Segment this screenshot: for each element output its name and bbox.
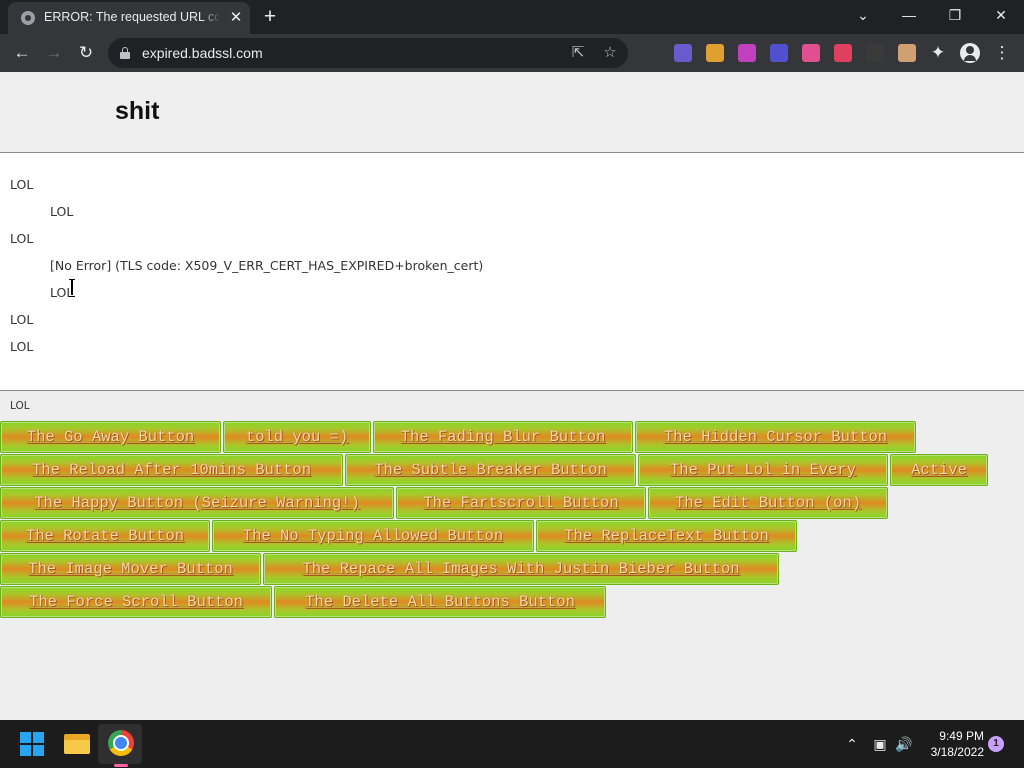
justin-bieber-images-button[interactable]: The Repace All Images With Justin Bieber…	[263, 553, 779, 585]
speaker-icon[interactable]: 🔊	[894, 734, 914, 754]
globe-icon	[21, 11, 35, 25]
minimize-button[interactable]: —	[894, 4, 924, 26]
text-line: LOL	[10, 339, 34, 354]
share-icon[interactable]: ⇱	[568, 43, 588, 63]
web-page: shit LOL LOL LOL [No Error] (TLS code: X…	[0, 72, 1024, 720]
extension-icon[interactable]	[866, 44, 884, 62]
chevron-up-icon[interactable]: ⌃	[842, 734, 862, 754]
reload-after-10mins-button[interactable]: The Reload After 10mins Button	[0, 454, 343, 486]
edit-button[interactable]: The Edit Button (on)	[648, 487, 888, 519]
delete-all-buttons-button[interactable]: The Delete All Buttons Button	[274, 586, 606, 618]
avatar[interactable]	[960, 43, 980, 63]
arrow-right-icon[interactable]: →	[42, 41, 66, 65]
image-mover-button[interactable]: The Image Mover Button	[0, 553, 261, 585]
address-bar[interactable]: expired.badssl.com ⇱ ☆	[108, 38, 628, 68]
clock-time[interactable]: 9:49 PM	[932, 729, 984, 743]
rotate-button[interactable]: The Rotate Button	[0, 520, 210, 552]
tab-strip: ERROR: The requested URL could not be re…	[0, 0, 1024, 34]
page-title: shit	[115, 97, 160, 125]
new-tab-button[interactable]: +	[258, 6, 282, 28]
browser-toolbar: ← → ↻ expired.badssl.com ⇱ ☆ ✦ ⋮	[0, 34, 1024, 72]
tab-title: ERROR: The requested URL could not be re…	[44, 10, 220, 24]
puzzle-icon[interactable]: ✦	[926, 41, 950, 65]
text-line: LOL	[10, 177, 34, 192]
windows-start-icon[interactable]	[20, 732, 44, 756]
text-cursor-icon	[69, 279, 75, 297]
force-scroll-button[interactable]: The Force Scroll Button	[0, 586, 272, 618]
windows-taskbar: ⌃ ▣ 🔊 9:49 PM 3/18/2022 1	[0, 720, 1024, 768]
url-text[interactable]: expired.badssl.com	[142, 45, 263, 61]
extension-icon[interactable]	[674, 44, 692, 62]
extension-icon[interactable]	[738, 44, 756, 62]
active-button[interactable]: Active	[890, 454, 988, 486]
browser-tab[interactable]: ERROR: The requested URL could not be re…	[8, 2, 250, 34]
extension-icon[interactable]	[834, 44, 852, 62]
extension-icon[interactable]	[898, 44, 916, 62]
page-header: shit	[0, 72, 1024, 153]
lock-icon[interactable]	[120, 47, 130, 59]
reload-icon[interactable]: ↻	[74, 41, 98, 65]
file-explorer-icon[interactable]	[64, 732, 90, 754]
extension-icon[interactable]	[706, 44, 724, 62]
active-app-indicator	[114, 764, 128, 767]
close-window-button[interactable]: ✕	[986, 4, 1016, 26]
network-icon[interactable]: ▣	[870, 734, 890, 754]
put-lol-in-every-button[interactable]: The Put Lol in Every	[638, 454, 888, 486]
close-icon[interactable]: ✕	[228, 10, 244, 26]
text-line: LOL	[10, 231, 34, 246]
chrome-icon[interactable]	[108, 730, 134, 756]
footer-label: LOL	[10, 400, 30, 412]
fading-blur-button[interactable]: The Fading Blur Button	[373, 421, 633, 453]
content-box: LOL LOL LOL [No Error] (TLS code: X509_V…	[0, 153, 1024, 391]
notification-badge[interactable]: 1	[988, 736, 1004, 752]
kebab-menu-icon[interactable]: ⋮	[990, 41, 1014, 65]
happy-button[interactable]: The Happy Button (Seizure Warning!)	[0, 487, 394, 519]
extension-icon[interactable]	[802, 44, 820, 62]
restore-button[interactable]: ❐	[940, 4, 970, 26]
replace-text-button[interactable]: The ReplaceText Button	[536, 520, 797, 552]
star-icon[interactable]: ☆	[600, 43, 620, 63]
subtle-breaker-button[interactable]: The Subtle Breaker Button	[345, 454, 636, 486]
chevron-down-icon[interactable]: ⌄	[848, 4, 878, 26]
told-you-button[interactable]: told you =)	[223, 421, 371, 453]
arrow-left-icon[interactable]: ←	[10, 41, 34, 65]
go-away-button[interactable]: The Go Away Button	[0, 421, 221, 453]
fartscroll-button[interactable]: The Fartscroll Button	[396, 487, 646, 519]
text-line: LOL	[50, 204, 74, 219]
error-message: [No Error] (TLS code: X509_V_ERR_CERT_HA…	[50, 258, 484, 273]
text-line: LOL	[10, 312, 34, 327]
hidden-cursor-button[interactable]: The Hidden Cursor Button	[635, 421, 916, 453]
no-typing-allowed-button[interactable]: The No Typing Allowed Button	[212, 520, 534, 552]
clock-date[interactable]: 3/18/2022	[920, 745, 984, 759]
extension-icon[interactable]	[770, 44, 788, 62]
